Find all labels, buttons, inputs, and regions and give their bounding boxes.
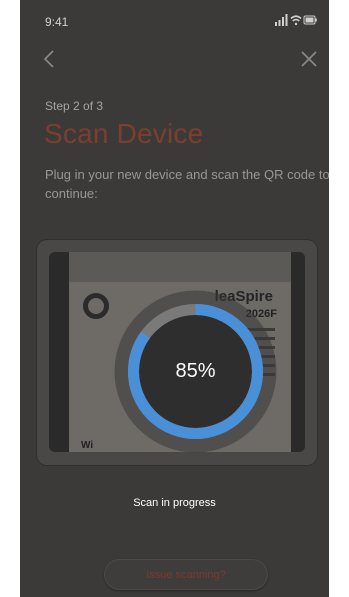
back-button[interactable] xyxy=(38,47,62,71)
chevron-left-icon xyxy=(43,50,54,68)
status-time: 9:41 xyxy=(45,15,69,29)
brand-logo xyxy=(83,293,109,319)
signal-icon xyxy=(275,14,288,26)
close-button[interactable] xyxy=(297,47,321,71)
issue-scanning-button[interactable]: Issue scanning? xyxy=(104,559,268,590)
progress-percent: 85% xyxy=(175,360,216,382)
instructions-text: Plug in your new device and scan the QR … xyxy=(45,167,329,201)
status-icons xyxy=(275,14,317,26)
step-indicator: Step 2 of 3 xyxy=(45,99,104,113)
scan-status-text: Scan in progress xyxy=(133,497,216,509)
battery-icon xyxy=(303,15,317,25)
status-bar: 9:41 xyxy=(20,0,329,40)
wifi-icon xyxy=(290,15,302,26)
page-title: Scan Device xyxy=(44,118,204,149)
device-badge-text: Wi xyxy=(81,440,94,451)
phone-screen: 9:41 Step 2 of 3 Scan Device Plug in you… xyxy=(20,0,329,597)
close-icon xyxy=(301,51,317,67)
scan-progress-ring: 85% xyxy=(114,290,277,453)
